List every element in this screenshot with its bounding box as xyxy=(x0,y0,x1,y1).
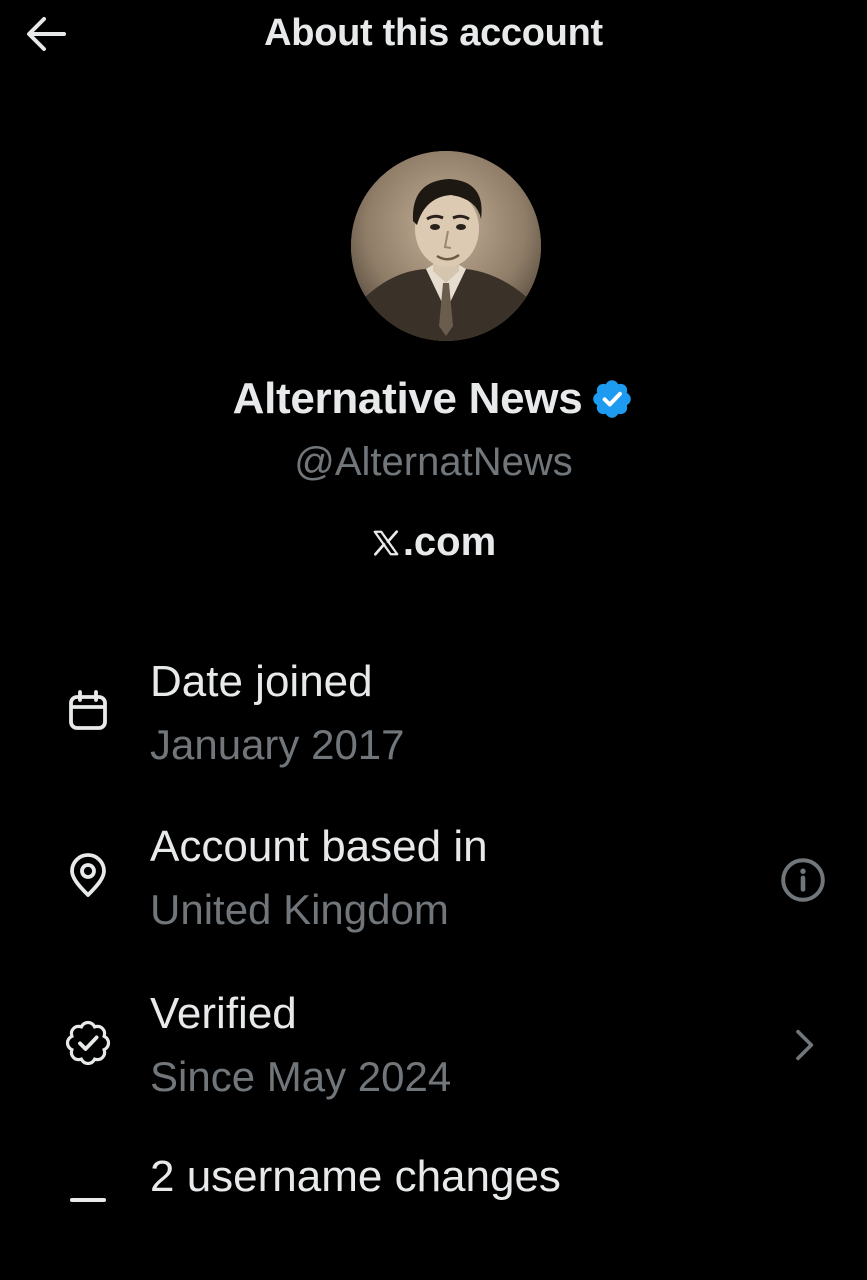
verified-chevron[interactable] xyxy=(775,1017,831,1073)
account-based-in-row: Account based in United Kingdom xyxy=(0,820,867,950)
avatar[interactable] xyxy=(351,151,541,341)
profile-name-row: Alternative News xyxy=(0,374,867,424)
row-label: Date joined xyxy=(150,657,373,706)
site-text: .com xyxy=(402,520,497,564)
row-label: Verified xyxy=(150,989,297,1038)
username-icon xyxy=(60,1172,116,1228)
verified-row[interactable]: Verified Since May 2024 xyxy=(0,987,867,1117)
verified-badge-icon xyxy=(590,377,634,421)
top-bar: About this account xyxy=(0,0,867,70)
info-button[interactable] xyxy=(775,852,831,908)
row-value: January 2017 xyxy=(150,721,405,768)
verified-outline-icon xyxy=(60,1015,116,1071)
location-pin-icon xyxy=(60,848,116,904)
username-changes-row[interactable]: 2 username changes xyxy=(0,1150,867,1280)
profile-handle: @AlternatNews xyxy=(294,440,573,484)
calendar-icon xyxy=(60,683,116,739)
row-label: Account based in xyxy=(150,822,488,871)
row-value: Since May 2024 xyxy=(150,1053,452,1100)
page-title: About this account xyxy=(264,12,603,54)
row-value: United Kingdom xyxy=(150,886,449,933)
profile-name: Alternative News xyxy=(232,374,583,423)
avatar-portrait xyxy=(351,151,541,341)
chevron-right-icon xyxy=(796,1029,814,1061)
row-label: 2 username changes xyxy=(150,1152,561,1201)
site-link[interactable]: .com xyxy=(0,520,867,565)
date-joined-row: Date joined January 2017 xyxy=(0,655,867,785)
info-icon xyxy=(781,858,825,902)
x-logo-icon xyxy=(371,528,401,558)
